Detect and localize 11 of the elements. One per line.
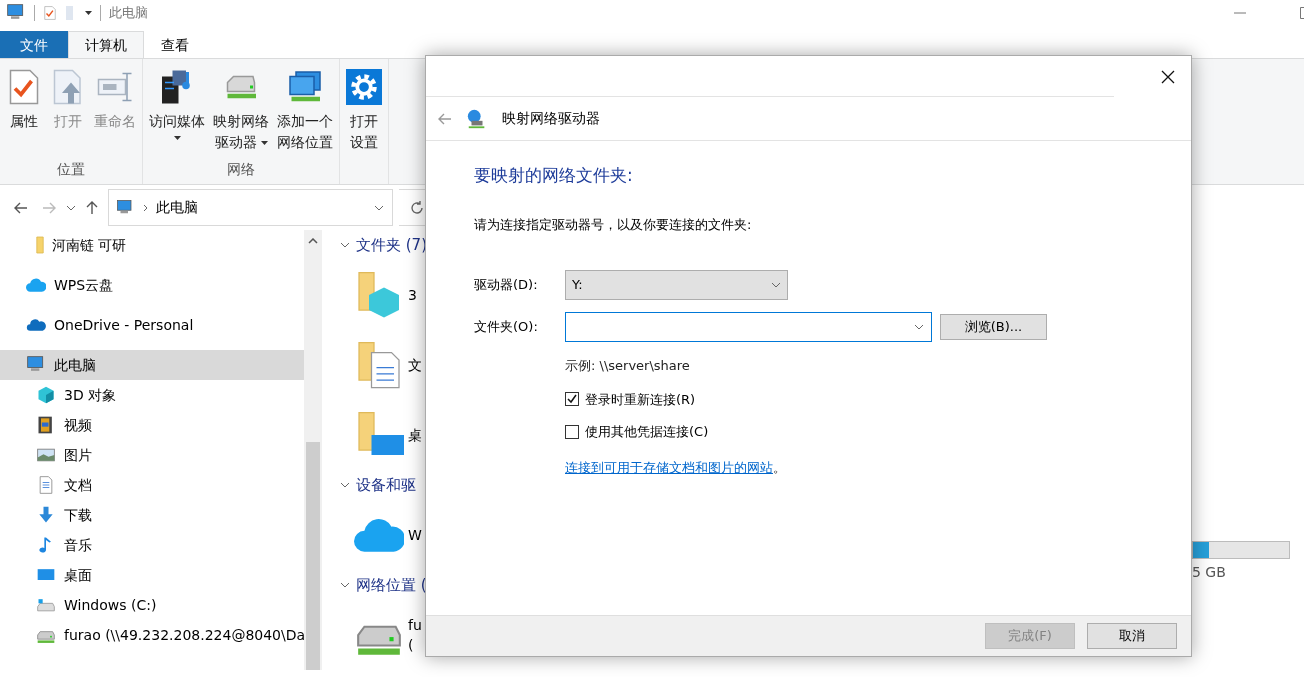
example-text: 示例: \\server\share — [565, 358, 690, 373]
group-label: 位置 — [57, 161, 85, 177]
window-title: 此电脑 — [109, 3, 148, 22]
dialog-title: 映射网络驱动器 — [502, 109, 600, 128]
dialog-heading: 要映射的网络文件夹: — [474, 164, 633, 187]
group-label: 网络 — [227, 161, 255, 177]
field-label: 驱动器(D): — [474, 277, 538, 293]
link-sentence: 连接到可用于存储文档和图片的网站。 — [565, 459, 786, 475]
storage-text: 5 GB — [1192, 563, 1226, 582]
field-label: 文件夹(O): — [474, 319, 538, 335]
instruction-text: 请为连接指定驱动器号，以及你要连接的文件夹: — [474, 216, 752, 232]
